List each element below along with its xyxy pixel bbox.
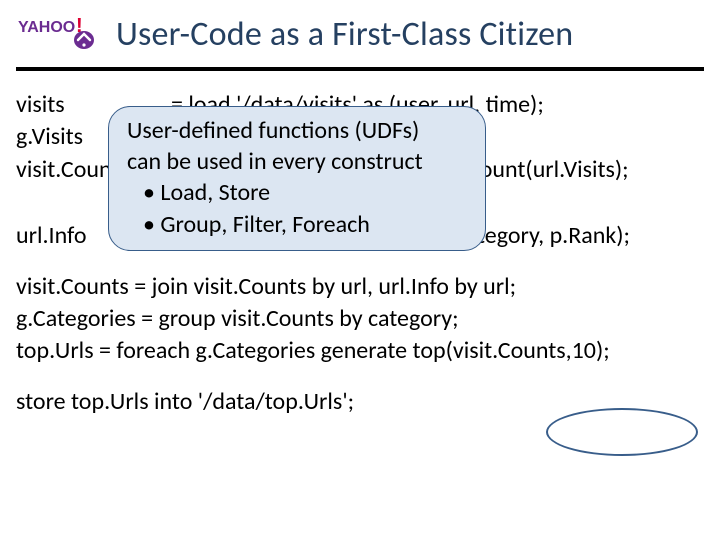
code-line-6: g.Categories = group visit.Counts by cat… bbox=[16, 303, 704, 335]
callout-bullet: • Group, Filter, Foreach bbox=[143, 209, 467, 240]
slide-header: YAHOO ! User-Code as a First-Class Citiz… bbox=[0, 0, 720, 67]
title-underline bbox=[16, 67, 704, 71]
highlight-oval bbox=[546, 408, 698, 456]
callout-line: can be used in every construct bbox=[127, 146, 467, 177]
code-line-5: visit.Counts = join visit.Counts by url,… bbox=[16, 271, 704, 303]
code-line-7: top.Urls = foreach g.Categories generate… bbox=[16, 335, 704, 367]
slide-title: User-Code as a First-Class Citizen bbox=[116, 14, 573, 55]
yahoo-logo: YAHOO ! bbox=[18, 10, 96, 59]
callout-bullet: • Load, Store bbox=[143, 177, 467, 208]
svg-text:YAHOO: YAHOO bbox=[18, 19, 75, 36]
callout-udf: User-defined functions (UDFs) can be use… bbox=[108, 106, 486, 251]
callout-line: User-defined functions (UDFs) bbox=[127, 115, 467, 146]
